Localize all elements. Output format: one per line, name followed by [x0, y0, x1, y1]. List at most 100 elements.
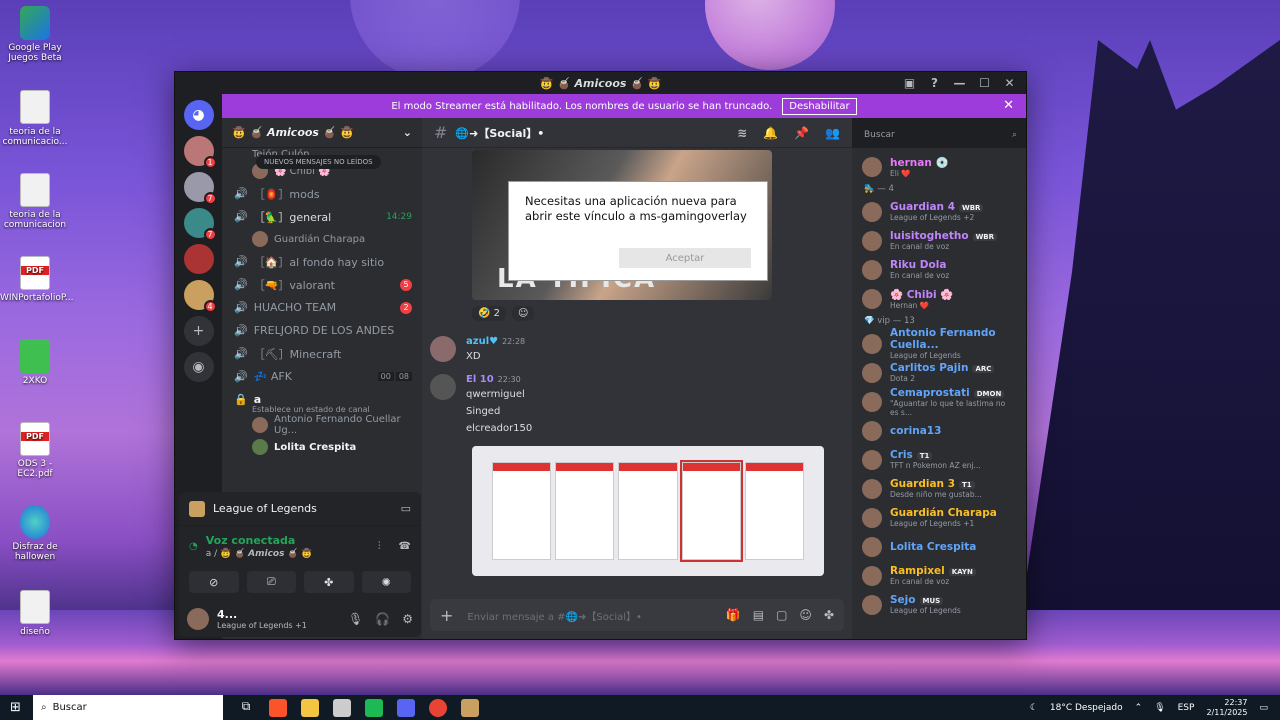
screen-share-icon[interactable]: ⎚	[246, 571, 296, 593]
server-icon-3[interactable]: 7	[183, 208, 217, 241]
member-item[interactable]: Carlitos Pajin ARC Dota 2	[860, 358, 1018, 387]
desktop-icon-doc-2[interactable]: teoria de la comunicacion	[0, 173, 70, 230]
clock[interactable]: 22:37 2/11/2025	[1206, 698, 1247, 718]
server-icon-4[interactable]	[183, 244, 214, 274]
document-icon	[20, 173, 50, 207]
server-icon-1[interactable]: 1	[183, 136, 217, 169]
disable-streamer-button[interactable]: Deshabilitar	[782, 97, 857, 115]
close-banner-icon[interactable]: ✕	[1003, 98, 1014, 113]
add-server-icon[interactable]: +	[183, 316, 214, 346]
microphone-icon[interactable]: 🎙	[1154, 703, 1165, 713]
minimize-icon[interactable]: —	[947, 72, 972, 94]
member-item[interactable]: hernan 💿 Eli ❤️	[860, 152, 1018, 181]
message-image[interactable]	[472, 446, 824, 576]
bell-icon[interactable]: 🔔	[763, 126, 778, 140]
microphone-icon[interactable]: 🎙	[348, 612, 363, 626]
member-item[interactable]: luisitoghetho WBR En canal de voz	[860, 226, 1018, 255]
member-item[interactable]: 🌸 Chibi 🌸 Hernan ❤️	[860, 284, 1018, 313]
channel-valorant[interactable]: 🔊 ［🔫］valorant 5	[222, 273, 422, 296]
league-icon[interactable]	[461, 698, 479, 717]
pin-icon[interactable]: 📌	[794, 126, 809, 140]
reaction[interactable]: 🤣 2	[472, 306, 507, 321]
apps-icon[interactable]: ✤	[824, 608, 834, 622]
accept-button[interactable]: Aceptar	[619, 248, 751, 268]
member-item[interactable]: Sejo MUS League of Legends	[860, 590, 1018, 619]
member-item[interactable]: Rampixel KAYN En canal de voz	[860, 561, 1018, 590]
desktop-icon-doc-1[interactable]: teoria de la comunicacio...	[0, 90, 70, 147]
member-item[interactable]: Cris T1 TFT n Pokemon AZ enj...	[860, 445, 1018, 474]
chrome-icon[interactable]	[429, 698, 447, 717]
chevron-up-icon[interactable]: ⌃	[1135, 703, 1143, 713]
avatar[interactable]	[187, 608, 209, 630]
discord-home-icon[interactable]: ◕	[183, 100, 214, 130]
desktop-icon-edge[interactable]: Disfraz de hallowen	[0, 505, 70, 562]
voice-member[interactable]: Antonio Fernando Cuellar Ug...	[222, 414, 422, 436]
gear-icon[interactable]: ⚙	[402, 612, 413, 626]
notifications-icon[interactable]: ▭	[1259, 703, 1268, 713]
document-icon	[20, 90, 50, 124]
noise-suppression-icon[interactable]: ⫶	[378, 541, 381, 552]
voice-member[interactable]: Lolita Crespita	[222, 436, 422, 458]
member-item[interactable]: Cemaprostati DMON "Aguantar lo que te last…	[860, 387, 1018, 417]
member-item[interactable]: Lolita Crespita	[860, 532, 1018, 561]
message-composer[interactable]: + Enviar mensaje a #🌐➜【Social】• 🎁 ▤ ▢ ☺ ✤	[430, 599, 844, 631]
member-item[interactable]: corina13	[860, 416, 1018, 445]
server-icon-2[interactable]: 7	[183, 172, 217, 205]
channel-a[interactable]: 🔒 a	[222, 388, 422, 411]
discord-icon[interactable]	[397, 698, 415, 717]
discover-icon[interactable]: ◉	[183, 352, 214, 382]
inbox-icon[interactable]: ▣	[897, 72, 922, 94]
activity-row[interactable]: League of Legends ▭	[179, 492, 421, 526]
signal-icon[interactable]: ◔	[189, 541, 198, 552]
add-reaction-icon[interactable]: ☺	[512, 306, 535, 321]
avatar[interactable]	[430, 374, 456, 400]
help-icon[interactable]: ?	[922, 72, 947, 94]
sticker-icon[interactable]: ▢	[776, 608, 787, 622]
brave-icon[interactable]	[269, 698, 287, 717]
guild-header[interactable]: 🤠 🧉 𝘼𝙢𝙞𝙘𝙤𝙤𝙨 🧉 🤠 ⌄	[222, 118, 422, 148]
taskbar-search[interactable]: ⌕ Buscar	[33, 695, 223, 720]
app-icon[interactable]	[365, 698, 383, 717]
member-item[interactable]: Guardián Charapa League of Legends +1	[860, 503, 1018, 532]
search-input[interactable]: Buscar ⌕	[858, 126, 1023, 144]
file-explorer-icon[interactable]	[301, 698, 319, 717]
server-icon-5[interactable]: 4	[183, 280, 217, 313]
headphones-icon[interactable]: 🎧	[375, 612, 390, 626]
channel-general[interactable]: 🔊 ［🦜］general 14:29	[222, 205, 422, 228]
channel-al-fondo[interactable]: 🔊 ［🏠］al fondo hay sitio	[222, 250, 422, 273]
channel-minecraft[interactable]: 🔊 ［⛏］Minecraft	[222, 342, 422, 365]
emoji-icon[interactable]: ☺	[799, 608, 812, 622]
members-icon[interactable]: 👥	[825, 126, 840, 140]
desktop-icon-2xko[interactable]: 2XKO	[0, 339, 70, 386]
avatar	[252, 231, 268, 247]
channel-afk[interactable]: 🔊 💤 AFK 00 08	[222, 365, 422, 388]
add-attachment-icon[interactable]: +	[440, 606, 453, 625]
new-messages-pill[interactable]: NUEVOS MENSAJES NO LEÍDOS	[256, 155, 381, 169]
channel-freljord[interactable]: 🔊 FRELJORD DE LOS ANDES	[222, 319, 422, 342]
member-item[interactable]: Antonio Fernando Cuella... League of Lege…	[860, 327, 1018, 360]
desktop-icon-doc-3[interactable]: diseño	[0, 590, 70, 637]
desktop-icon-pdf-1[interactable]: WINPortafolioP...	[0, 256, 73, 303]
windows-start-icon[interactable]: ⊞	[10, 700, 21, 715]
screen-icon[interactable]: ▭	[401, 502, 411, 515]
member-item[interactable]: Riku Dola En canal de voz	[860, 255, 1018, 284]
disconnect-icon[interactable]: ☎	[399, 541, 411, 552]
avatar[interactable]	[430, 336, 456, 362]
threads-icon[interactable]: ≋	[737, 126, 747, 140]
soundboard-icon[interactable]: ✺	[361, 571, 411, 593]
member-item[interactable]: Guardian 3 T1 Desde niño me gustab...	[860, 474, 1018, 503]
member-item[interactable]: Guardian 4 WBR League of Legends +2	[860, 197, 1018, 226]
desktop-icon-pdf-2[interactable]: ODS 3 - EC2.pdf	[0, 422, 70, 479]
activities-icon[interactable]: ✤	[304, 571, 354, 593]
gift-icon[interactable]: 🎁	[726, 608, 741, 622]
channel-huacho-team[interactable]: 🔊 HUACHO TEAM 2	[222, 296, 422, 319]
task-view-icon[interactable]: ⧉	[237, 699, 255, 717]
channel-mods[interactable]: 🔊 ［🏮］mods	[222, 182, 422, 205]
maximize-icon[interactable]: ☐	[972, 72, 997, 94]
desktop-icon-google-play[interactable]: Google Play Juegos Beta	[0, 6, 70, 63]
gif-icon[interactable]: ▤	[753, 608, 764, 622]
voice-member[interactable]: Guardián Charapa	[222, 228, 422, 250]
camera-off-icon[interactable]: ⊘	[189, 571, 239, 593]
app-icon[interactable]	[333, 698, 351, 717]
close-icon[interactable]: ✕	[997, 72, 1022, 94]
